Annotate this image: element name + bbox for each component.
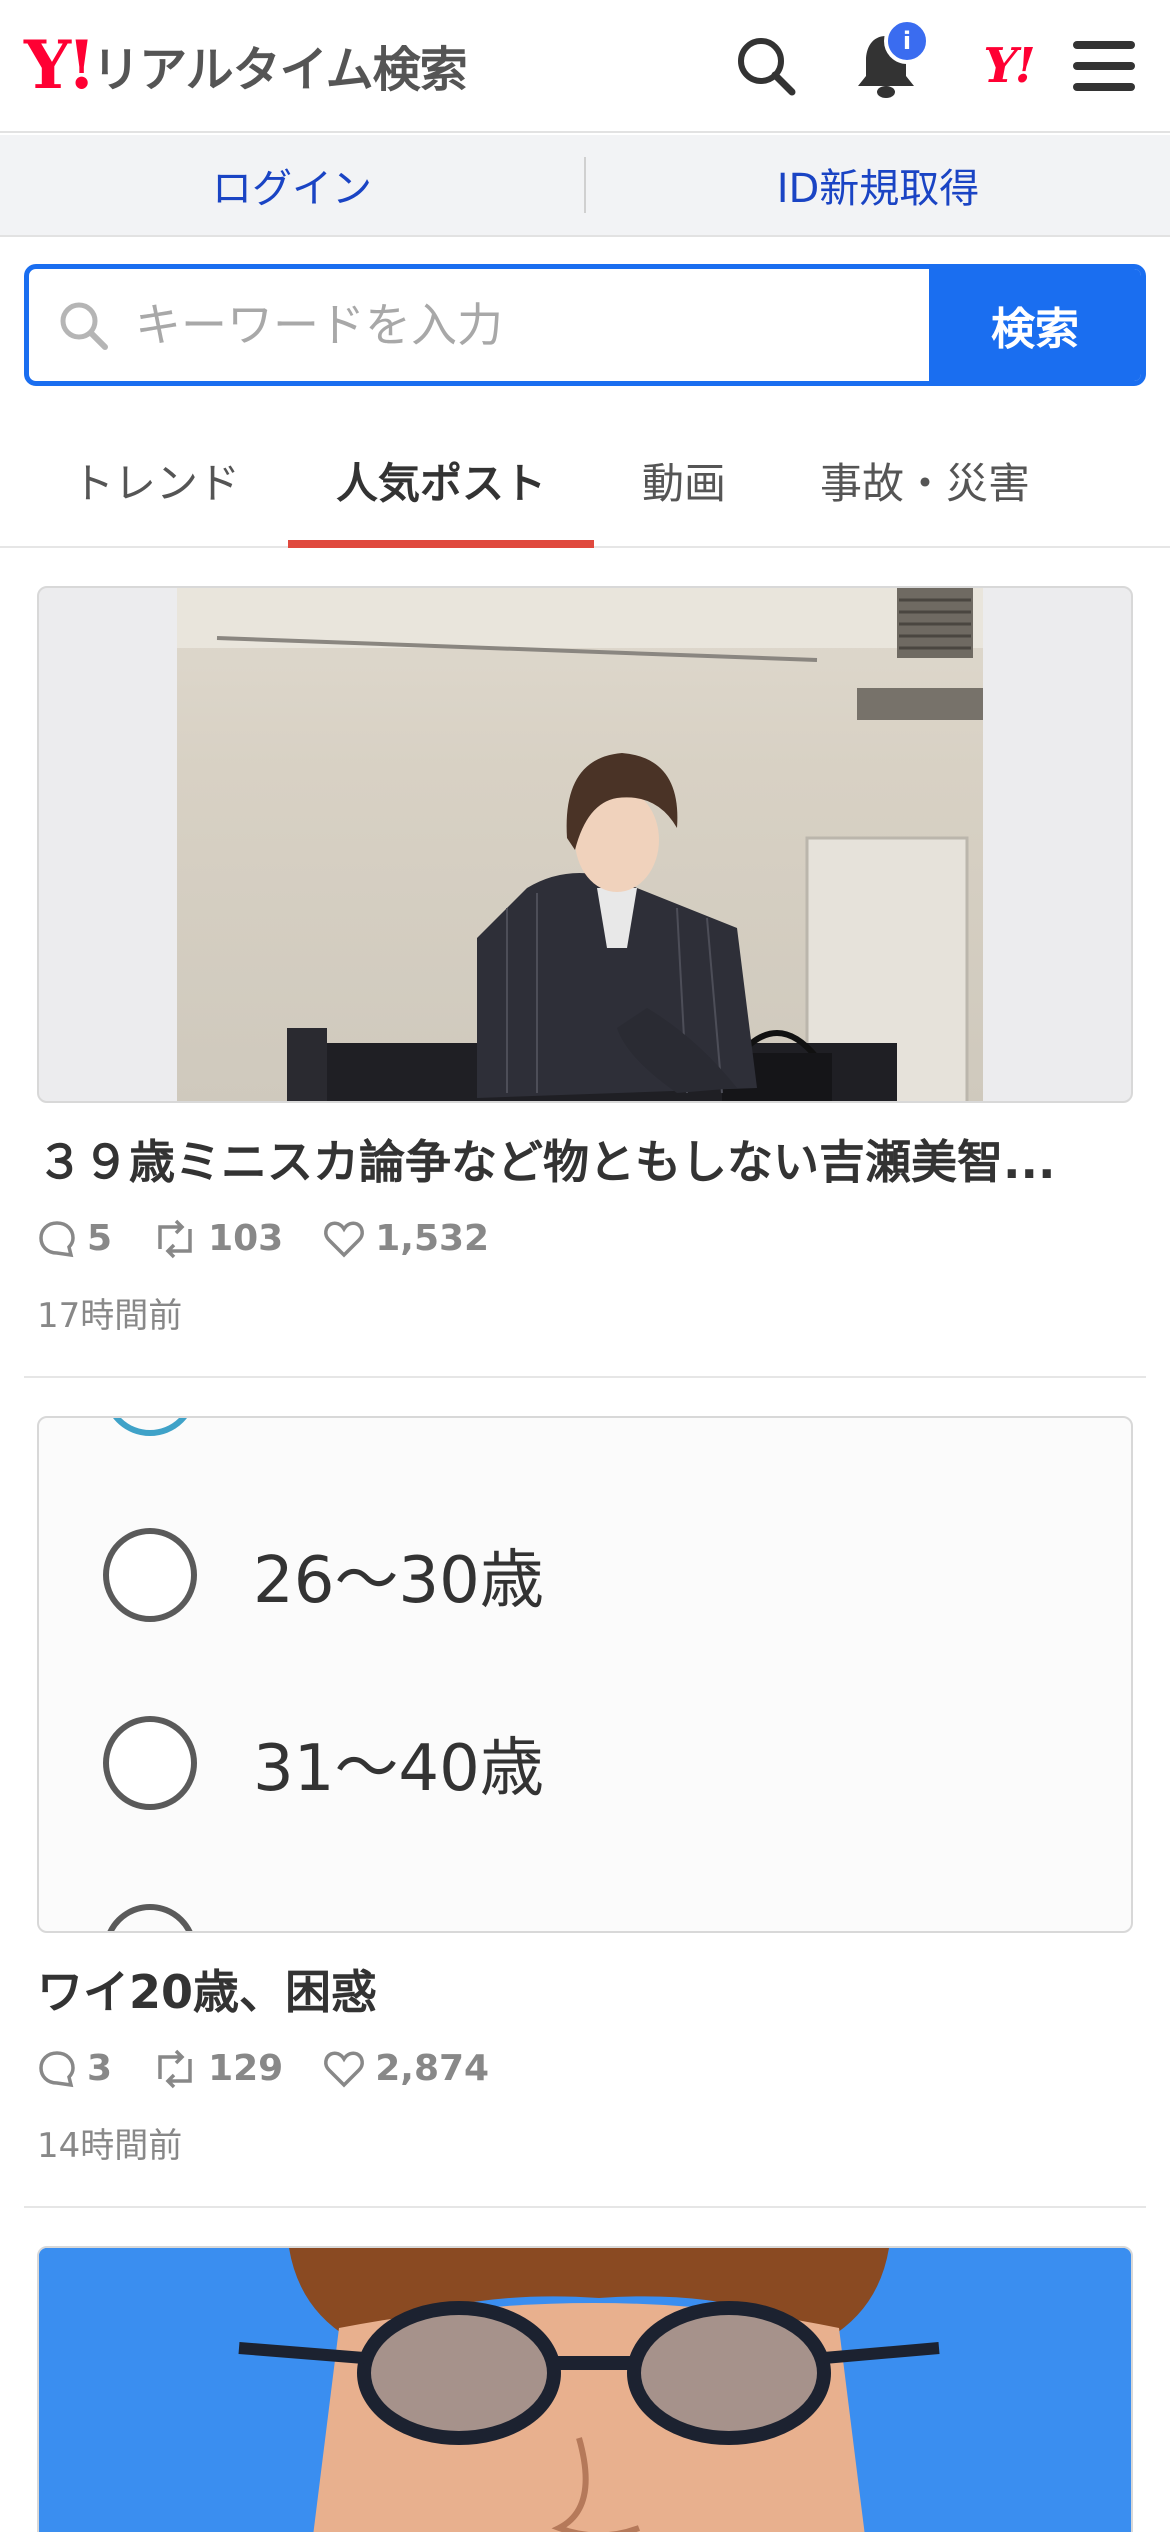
post-card[interactable]: 26〜30歳 31〜40歳 ワイ20歳、困惑 3 129 2,874 14時間前 xyxy=(0,1416,1170,2208)
poll-radio xyxy=(103,1528,197,1622)
reply-count-value: 3 xyxy=(87,2048,113,2089)
reply-count[interactable]: 3 xyxy=(37,2048,112,2089)
poll-radio-partial xyxy=(103,1904,197,1931)
yahoo-realtime-logo[interactable]: Y! リアルタイム検索 xyxy=(24,26,468,104)
post-timestamp: 14時間前 xyxy=(37,2126,183,2166)
like-count-value: 2,874 xyxy=(375,2048,490,2089)
reply-count[interactable]: 5 xyxy=(37,1218,112,1259)
poll-option-label: 26〜30歳 xyxy=(253,1544,544,1618)
heart-icon xyxy=(324,2050,365,2087)
search-input[interactable] xyxy=(135,298,835,352)
post-stats: 3 129 2,874 xyxy=(37,2048,529,2089)
tab-accidents-disasters[interactable]: 事故・災害 xyxy=(790,414,1060,546)
poll-radio-partial xyxy=(103,1418,197,1436)
heart-icon xyxy=(324,1220,365,1257)
search-bar: 検索 xyxy=(24,264,1146,386)
search-field-wrapper xyxy=(29,269,929,381)
poll-radio xyxy=(103,1716,197,1810)
category-tabs: トレンド 人気ポスト 動画 事故・災害 xyxy=(0,414,1170,548)
repost-count-value: 129 xyxy=(208,2048,284,2089)
poll-option: 26〜30歳 xyxy=(103,1528,544,1622)
login-link[interactable]: ログイン xyxy=(0,156,584,214)
notification-badge: i xyxy=(884,18,930,64)
tab-popular-posts[interactable]: 人気ポスト xyxy=(288,414,594,548)
auth-bar: ログイン ID新規取得 xyxy=(0,135,1170,237)
search-button[interactable]: 検索 xyxy=(929,269,1141,381)
post-card[interactable] xyxy=(0,2246,1170,2532)
like-count[interactable]: 1,532 xyxy=(323,1218,489,1259)
reply-bubble-icon xyxy=(39,1220,75,1257)
post-stats: 5 103 1,532 xyxy=(37,1218,529,1259)
post-image-container[interactable] xyxy=(37,2246,1133,2532)
search-icon xyxy=(738,38,796,96)
poll-option-label: 31〜40歳 xyxy=(253,1732,544,1806)
yahoo-mark: Y! xyxy=(983,38,1035,94)
hamburger-menu-icon xyxy=(1073,41,1135,91)
yahoo-home-link[interactable]: Y! xyxy=(966,28,1050,104)
post-photo xyxy=(177,588,983,1101)
repost-count[interactable]: 103 xyxy=(152,1218,283,1259)
repost-icon xyxy=(158,2049,192,2088)
like-count[interactable]: 2,874 xyxy=(323,2048,489,2089)
card-divider xyxy=(24,1376,1146,1378)
tab-video[interactable]: 動画 xyxy=(606,414,762,546)
logo-mark: Y! xyxy=(24,26,96,104)
repost-count-value: 103 xyxy=(208,1218,284,1259)
search-icon-button[interactable] xyxy=(728,28,804,104)
repost-count[interactable]: 129 xyxy=(152,2048,283,2089)
poll-option: 31〜40歳 xyxy=(103,1716,544,1810)
reply-bubble-icon xyxy=(39,2050,75,2087)
card-divider xyxy=(24,2206,1146,2208)
notifications-button[interactable]: i xyxy=(848,18,930,104)
app-header: Y! リアルタイム検索 i Y! xyxy=(0,0,1170,133)
post-image-container[interactable] xyxy=(37,586,1133,1103)
signup-link[interactable]: ID新規取得 xyxy=(586,156,1170,214)
reply-count-value: 5 xyxy=(87,1218,113,1259)
search-icon xyxy=(60,302,108,350)
tab-trend[interactable]: トレンド xyxy=(36,414,276,546)
repost-icon xyxy=(158,1219,192,1258)
post-photo xyxy=(39,2248,1131,2532)
menu-button[interactable] xyxy=(1066,28,1142,104)
post-image-container[interactable]: 26〜30歳 31〜40歳 xyxy=(37,1416,1133,1933)
post-title[interactable]: ワイ20歳、困惑 xyxy=(37,1956,1133,2022)
like-count-value: 1,532 xyxy=(375,1218,490,1259)
logo-text: リアルタイム検索 xyxy=(92,42,468,98)
post-title[interactable]: ３９歳ミニスカ論争など物ともしない吉瀬美智... xyxy=(37,1126,1133,1192)
post-timestamp: 17時間前 xyxy=(37,1296,183,1336)
post-card[interactable]: ３９歳ミニスカ論争など物ともしない吉瀬美智... 5 103 1,532 17時… xyxy=(0,586,1170,1378)
